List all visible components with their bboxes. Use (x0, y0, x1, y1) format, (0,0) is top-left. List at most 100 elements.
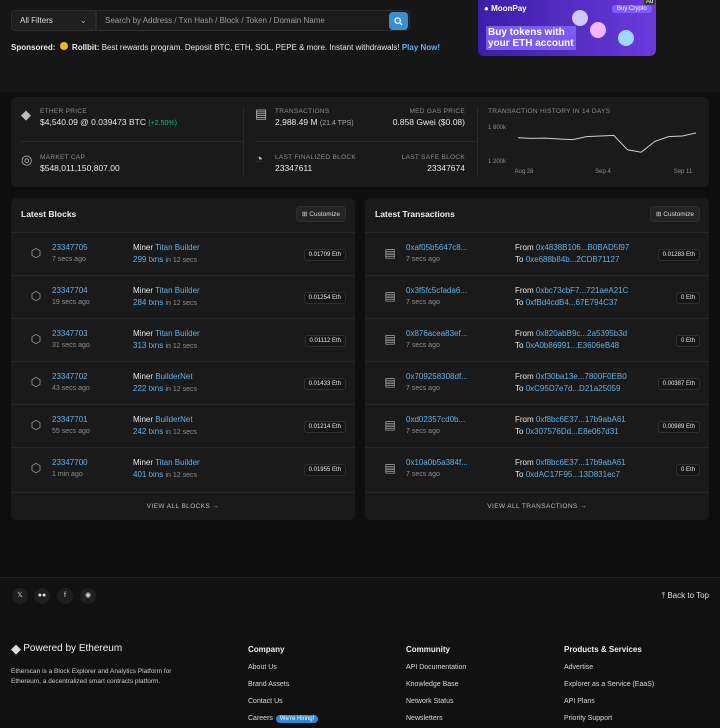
from-address-link[interactable]: 0xf8bc6E37...17b9abA61 (536, 415, 626, 424)
block-txns-link[interactable]: 242 txns (133, 427, 163, 436)
txs-customize-button[interactable]: ⊞ Customize (650, 206, 700, 222)
from-label: From (515, 458, 534, 467)
view-all-transactions-link[interactable]: VIEW ALL TRANSACTIONS → (365, 492, 709, 520)
to-label: To (515, 427, 524, 436)
block-number-link[interactable]: 23347701 (52, 415, 88, 424)
tx-amount-badge[interactable]: 0 Eth (675, 335, 700, 347)
block-number-link[interactable]: 23347702 (52, 372, 88, 381)
block-reward-badge[interactable]: 0.01955 Eth (303, 464, 346, 476)
company-heading: Company (248, 645, 285, 654)
x-tick-label: Sep 4 (595, 169, 611, 175)
eaas-link[interactable]: Explorer as a Service (EaaS) (564, 676, 654, 693)
careers-row[interactable]: Careers We're Hiring! (248, 710, 319, 728)
to-address-link[interactable]: 0xe688b84b...2CDB71127 (526, 255, 620, 264)
customize-label: Customize (309, 211, 340, 218)
medium-icon[interactable]: ●● (34, 588, 50, 604)
about-us-link[interactable]: About Us (248, 659, 318, 676)
tx-age: 7 secs ago (406, 256, 440, 263)
api-docs-link[interactable]: API Documentation (406, 659, 466, 676)
block-reward-badge[interactable]: 0.01433 Eth (303, 378, 346, 390)
coin-icon (572, 10, 588, 26)
x-twitter-icon[interactable]: 𝕏 (12, 588, 28, 604)
from-label: From (515, 243, 534, 252)
search-filter-select[interactable]: All Filters ⌄ (11, 10, 96, 31)
from-address-link[interactable]: 0xbc73cbF7...721aeA21C (536, 286, 629, 295)
block-txns-link[interactable]: 222 txns (133, 384, 163, 393)
tx-hash-link[interactable]: 0xaf05b5647c8... (406, 243, 467, 252)
block-number-link[interactable]: 23347703 (52, 329, 88, 338)
coin-icon (618, 30, 634, 46)
brand-assets-link[interactable]: Brand Assets (248, 676, 318, 693)
from-address-link[interactable]: 0x4838B106...B0BAD5f97 (536, 243, 629, 252)
contact-us-link[interactable]: Contact Us (248, 693, 318, 710)
api-plans-link[interactable]: API Plans (564, 693, 654, 710)
from-address-link[interactable]: 0xf30ba13e...7800F0EB0 (536, 372, 627, 381)
priority-support-link[interactable]: Priority Support (564, 710, 654, 727)
tx-amount-badge[interactable]: 0.01283 Eth (657, 249, 700, 261)
from-label: From (515, 286, 534, 295)
miner-link[interactable]: Titan Builder (155, 243, 200, 252)
finalized-block-value[interactable]: 23347611 (275, 163, 356, 173)
tx-hash-link[interactable]: 0x10a0b5a384f... (406, 458, 468, 467)
to-address-link[interactable]: 0xfBd4cdB4...67E794C37 (526, 298, 618, 307)
from-address-link[interactable]: 0x820abB9c...2a5395b3d (536, 329, 627, 338)
from-address-link[interactable]: 0xf8bc6E37...17b9abA61 (536, 458, 626, 467)
search-button[interactable] (389, 12, 408, 30)
to-address-link[interactable]: 0x307576Dd...E8e067d31 (526, 427, 619, 436)
tx-hash-link[interactable]: 0x3f5fc5cfada6... (406, 286, 467, 295)
tx-hash-link[interactable]: 0xd02357cd0b... (406, 415, 465, 424)
ether-price-value[interactable]: $4,540.09 @ 0.039473 BTC (+2.50%) (40, 117, 177, 127)
tx-amount-badge[interactable]: 0.00387 Eth (657, 378, 700, 390)
miner-link[interactable]: Titan Builder (155, 458, 200, 467)
block-txns-link[interactable]: 284 txns (133, 298, 163, 307)
blocks-customize-button[interactable]: ⊞ Customize (296, 206, 346, 222)
back-to-top-link[interactable]: ⤒ Back to Top (662, 591, 709, 601)
block-number-link[interactable]: 23347705 (52, 243, 88, 252)
transactions-value[interactable]: 2,988.49 M (21.4 TPS) (275, 117, 354, 127)
miner-link[interactable]: Titan Builder (155, 286, 200, 295)
block-reward-badge[interactable]: 0.01112 Eth (304, 335, 346, 347)
latest-blocks-panel: Latest Blocks ⊞ Customize ⬡ 23347705 7 se… (11, 198, 355, 520)
advertise-link[interactable]: Advertise (564, 659, 654, 676)
facebook-icon[interactable]: f (57, 588, 73, 604)
to-address-link[interactable]: 0xdAC17F95...13D831ec7 (526, 470, 620, 479)
miner-link[interactable]: Titan Builder (155, 329, 200, 338)
tx-hash-link[interactable]: 0x876acea83ef... (406, 329, 467, 338)
network-status-link[interactable]: Network Status (406, 693, 466, 710)
to-address-link[interactable]: 0xA0b86991...E3606eB48 (526, 341, 619, 350)
ad-tag: Ad (644, 0, 656, 5)
cube-icon: ⬡ (30, 289, 42, 303)
tx-age: 7 secs ago (406, 299, 440, 306)
miner-link[interactable]: BuilderNet (155, 415, 192, 424)
safe-block-value[interactable]: 23347674 (402, 163, 465, 173)
search-input[interactable]: Search by Address / Txn Hash / Block / T… (96, 10, 410, 31)
tx-history-chart[interactable]: 1 800k 1 200k Aug 28 Sep 4 Sep 11 (488, 119, 698, 179)
block-reward-badge[interactable]: 0.01254 Eth (303, 292, 346, 304)
transactions-label: TRANSACTIONS (275, 108, 330, 115)
tx-amount-badge[interactable]: 0.00989 Eth (657, 421, 700, 433)
moonpay-ad-banner[interactable]: ● MoonPay Buy tokens with your ETH accoun… (478, 0, 656, 56)
to-address-link[interactable]: 0xC95D7e7d...D21a25059 (526, 384, 621, 393)
block-reward-badge[interactable]: 0.01709 Eth (303, 249, 346, 261)
block-reward-badge[interactable]: 0.01214 Eth (303, 421, 346, 433)
buy-crypto-button[interactable]: Buy Crypto (612, 5, 652, 13)
tx-hash-link[interactable]: 0x709258308df... (406, 372, 468, 381)
block-number-link[interactable]: 23347700 (52, 458, 88, 467)
reddit-icon[interactable]: ◉ (80, 588, 96, 604)
view-all-blocks-link[interactable]: VIEW ALL BLOCKS → (11, 492, 355, 520)
tx-amount-badge[interactable]: 0 Eth (675, 464, 700, 476)
careers-link[interactable]: Careers (248, 715, 273, 722)
footer-description: Etherscan is a Block Explorer and Analyt… (11, 667, 171, 687)
block-txns-link[interactable]: 299 txns (133, 255, 163, 264)
knowledge-base-link[interactable]: Knowledge Base (406, 676, 466, 693)
sponsor-play-link[interactable]: Play Now! (402, 43, 440, 52)
block-number-link[interactable]: 23347704 (52, 286, 88, 295)
block-txns-link[interactable]: 313 txns (133, 341, 163, 350)
block-txns-link[interactable]: 401 txns (133, 470, 163, 479)
newsletters-link[interactable]: Newsletters (406, 710, 466, 727)
gas-value[interactable]: 0.858 Gwei ($0.08) (393, 117, 465, 127)
document-icon: ▤ (384, 418, 396, 432)
cube-icon: ⬡ (30, 332, 42, 346)
tx-amount-badge[interactable]: 0 Eth (675, 292, 700, 304)
miner-link[interactable]: BuilderNet (155, 372, 192, 381)
